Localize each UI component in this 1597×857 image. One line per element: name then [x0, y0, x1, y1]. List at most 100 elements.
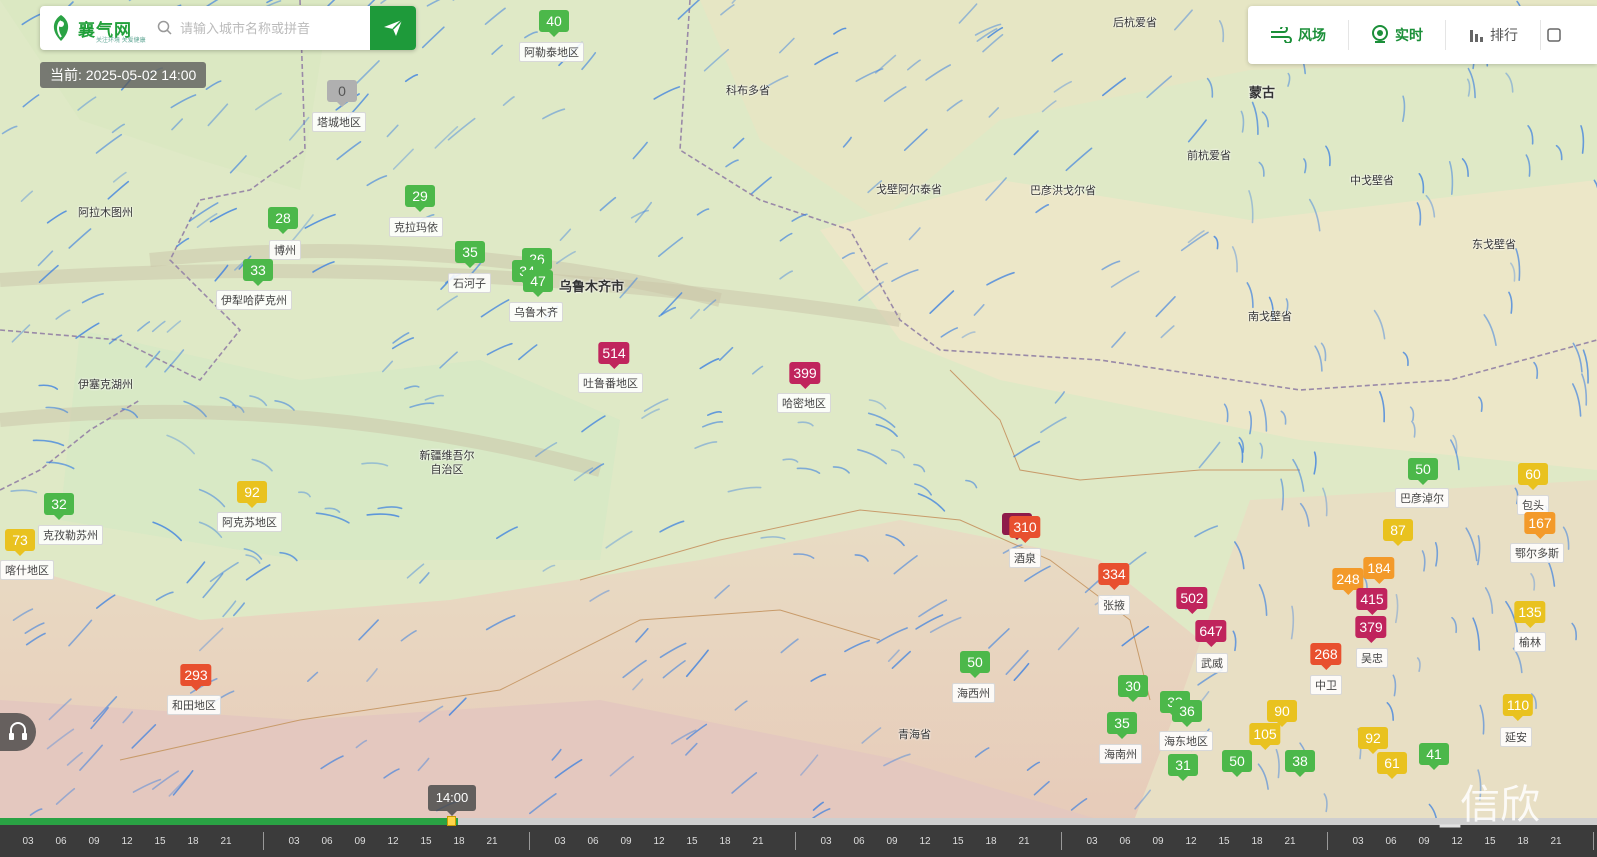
- timeline-hour-tick[interactable]: 15: [154, 836, 165, 847]
- aqi-marker[interactable]: 33: [243, 259, 273, 286]
- aqi-marker[interactable]: 293: [180, 664, 212, 691]
- aqi-marker[interactable]: 87: [1383, 519, 1413, 546]
- region-label: 南戈壁省: [1248, 311, 1292, 323]
- aqi-marker[interactable]: 60: [1518, 463, 1548, 490]
- timeline-hour-tick[interactable]: 15: [1218, 836, 1229, 847]
- timeline-hour-tick[interactable]: 09: [354, 836, 365, 847]
- timeline-hour-tick[interactable]: 06: [321, 836, 332, 847]
- timeline-hour-tick[interactable]: 12: [1185, 836, 1196, 847]
- aqi-marker[interactable]: 50: [1408, 458, 1438, 485]
- timeline-hour-tick[interactable]: 09: [886, 836, 897, 847]
- aqi-marker[interactable]: 32: [44, 493, 74, 520]
- aqi-marker[interactable]: 38: [1285, 750, 1315, 777]
- aqi-marker[interactable]: 415: [1356, 588, 1388, 615]
- timeline-hour-tick[interactable]: 18: [453, 836, 464, 847]
- aqi-marker[interactable]: 248: [1332, 568, 1364, 595]
- aqi-marker[interactable]: 41: [1419, 743, 1449, 770]
- timeline-hour-tick[interactable]: 21: [752, 836, 763, 847]
- timeline-hour-tick[interactable]: 18: [985, 836, 996, 847]
- timeline-hour-tick[interactable]: 18: [719, 836, 730, 847]
- timeline-hour-tick[interactable]: 09: [88, 836, 99, 847]
- timeline-hour-tick[interactable]: 12: [121, 836, 132, 847]
- toolbar-wind-label: 风场: [1298, 27, 1326, 43]
- search-input[interactable]: [180, 20, 360, 36]
- toolbar-realtime-button[interactable]: 实时: [1349, 20, 1446, 50]
- aqi-marker[interactable]: 310: [1009, 516, 1041, 543]
- aqi-marker[interactable]: 50: [1222, 750, 1252, 777]
- timeline-hour-tick[interactable]: 03: [288, 836, 299, 847]
- aqi-marker[interactable]: 334: [1098, 563, 1130, 590]
- aqi-marker[interactable]: 105: [1249, 723, 1281, 750]
- timeline-hour-tick[interactable]: 12: [387, 836, 398, 847]
- timeline-hour-tick[interactable]: 15: [420, 836, 431, 847]
- toolbar-ranking-button[interactable]: 排行: [1446, 20, 1541, 50]
- timeline-hour-tick[interactable]: 12: [919, 836, 930, 847]
- aqi-marker[interactable]: 647: [1195, 620, 1227, 647]
- aqi-marker[interactable]: 40: [539, 10, 569, 37]
- timeline-hour-tick[interactable]: 09: [620, 836, 631, 847]
- timeline-hour-tick[interactable]: 03: [1086, 836, 1097, 847]
- timeline-handle[interactable]: [447, 816, 456, 826]
- timeline-hour-tick[interactable]: 06: [587, 836, 598, 847]
- aqi-marker[interactable]: 379: [1355, 616, 1387, 643]
- timeline-hour-tick[interactable]: 06: [853, 836, 864, 847]
- aqi-marker[interactable]: 110: [1502, 694, 1534, 721]
- timeline-hour-tick[interactable]: 06: [55, 836, 66, 847]
- aqi-marker[interactable]: 29: [405, 185, 435, 212]
- timeline-hour-tick[interactable]: 15: [686, 836, 697, 847]
- aqi-marker[interactable]: 31: [1168, 754, 1198, 781]
- aqi-marker[interactable]: 0: [327, 80, 357, 107]
- aqi-marker[interactable]: 268: [1310, 643, 1342, 670]
- aqi-marker[interactable]: 92: [237, 481, 267, 508]
- timeline-hour-tick[interactable]: 03: [1352, 836, 1363, 847]
- aqi-marker[interactable]: 30: [1118, 675, 1148, 702]
- timeline-hour-tick[interactable]: 21: [1018, 836, 1029, 847]
- timeline-hour-tick[interactable]: 03: [820, 836, 831, 847]
- aqi-marker[interactable]: 47: [523, 270, 553, 297]
- toolbar-realtime-label: 实时: [1395, 27, 1423, 43]
- timeline-day-separator: [1327, 832, 1328, 850]
- timeline-hour-tick[interactable]: 21: [220, 836, 231, 847]
- aqi-marker[interactable]: 399: [789, 362, 821, 389]
- timeline-hour-tick[interactable]: 03: [554, 836, 565, 847]
- timeline-hour-tick[interactable]: 21: [1550, 836, 1561, 847]
- aqi-marker[interactable]: 514: [598, 342, 630, 369]
- more-icon: [1547, 28, 1561, 42]
- timeline-hour-tick[interactable]: 09: [1152, 836, 1163, 847]
- timeline-hour-tick[interactable]: 12: [1451, 836, 1462, 847]
- aqi-marker[interactable]: 92: [1358, 727, 1388, 754]
- site-logo[interactable]: 襄气网 关注环境 关爱健康: [40, 6, 152, 50]
- region-label: 延安: [1500, 727, 1532, 747]
- aqi-marker[interactable]: 167: [1524, 512, 1556, 539]
- region-label: 海西州: [952, 683, 995, 703]
- timeline-hour-tick[interactable]: 21: [1284, 836, 1295, 847]
- aqi-marker[interactable]: 184: [1363, 557, 1395, 584]
- timeline-hour-tick[interactable]: 03: [22, 836, 33, 847]
- timeline-hour-tick[interactable]: 18: [187, 836, 198, 847]
- map-toolbar: 风场 实时 排行: [1248, 6, 1597, 64]
- aqi-marker[interactable]: 50: [960, 651, 990, 678]
- timeline-hour-tick[interactable]: 12: [653, 836, 664, 847]
- aqi-marker[interactable]: 502: [1176, 587, 1208, 614]
- aqi-marker[interactable]: 36: [1172, 700, 1202, 727]
- timeline-remaining: [458, 818, 1597, 825]
- timeline-hour-tick[interactable]: 06: [1119, 836, 1130, 847]
- timeline-hour-tick[interactable]: 18: [1251, 836, 1262, 847]
- search-button[interactable]: [370, 6, 416, 50]
- aqi-marker[interactable]: 73: [5, 529, 35, 556]
- timeline-hour-tick[interactable]: 09: [1418, 836, 1429, 847]
- timeline-hour-tick[interactable]: 06: [1385, 836, 1396, 847]
- aqi-marker[interactable]: 90: [1267, 700, 1297, 727]
- aqi-marker[interactable]: 28: [268, 207, 298, 234]
- toolbar-more-button[interactable]: [1541, 20, 1573, 50]
- timeline-hour-tick[interactable]: 15: [952, 836, 963, 847]
- toolbar-wind-button[interactable]: 风场: [1248, 20, 1349, 50]
- aqi-marker[interactable]: 35: [455, 241, 485, 268]
- aqi-marker[interactable]: 135: [1514, 601, 1546, 628]
- timeline[interactable]: 03 06 09 12 15 18 21 03 06 09 12 15 18 21 03 06 09 12 15 18…: [0, 818, 1597, 857]
- aqi-marker[interactable]: 35: [1107, 712, 1137, 739]
- aqi-marker[interactable]: 61: [1377, 752, 1407, 779]
- timeline-hour-tick[interactable]: 21: [486, 836, 497, 847]
- timeline-hour-tick[interactable]: 15: [1484, 836, 1495, 847]
- timeline-hour-tick[interactable]: 18: [1517, 836, 1528, 847]
